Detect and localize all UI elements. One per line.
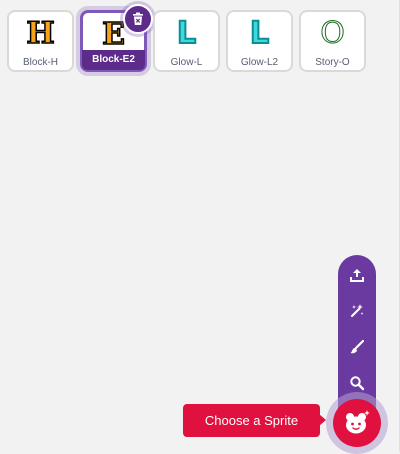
sprite-name: Block-H — [22, 57, 58, 68]
sprite-thumbnail: O — [320, 12, 346, 54]
sprite-thumbnail: L — [176, 12, 197, 54]
sprite-tile-glow-l[interactable]: L Glow-L — [153, 10, 220, 72]
trash-icon — [133, 12, 143, 25]
upload-icon — [350, 269, 364, 282]
cat-icon — [346, 410, 370, 434]
surprise-sprite-button[interactable] — [338, 293, 376, 329]
sprite-letter: L — [176, 15, 197, 52]
sprite-thumbnail: L — [249, 12, 270, 54]
sprite-name: Glow-L2 — [240, 57, 279, 68]
sprite-name: Block-E2 — [92, 54, 135, 65]
sprite-thumbnail: H — [26, 12, 56, 54]
choose-sprite-button[interactable] — [333, 399, 381, 447]
sprite-tile-story-o[interactable]: O Story-O — [299, 10, 366, 72]
sprite-tile-glow-l2[interactable]: L Glow-L2 — [226, 10, 293, 72]
sprite-letter: E — [101, 16, 125, 53]
sprite-letter: O — [320, 15, 346, 51]
tooltip-label: Choose a Sprite — [204, 413, 299, 428]
paint-icon — [350, 339, 365, 354]
sprite-name: Glow-L — [170, 57, 203, 68]
surprise-icon — [351, 304, 364, 317]
paint-sprite-button[interactable] — [338, 329, 376, 365]
sprite-name: Story-O — [315, 57, 350, 68]
sprite-letter: L — [249, 15, 270, 52]
tooltip-arrow — [319, 414, 326, 426]
upload-sprite-button[interactable] — [338, 257, 376, 293]
choose-sprite-tooltip: Choose a Sprite — [183, 404, 320, 437]
sprite-list: H Block-H E Block-E2 L Glow-L L Glow-L2 … — [7, 4, 366, 72]
selected-name-bar: Block-E2 — [82, 50, 145, 70]
search-icon — [350, 376, 365, 391]
sprite-thumbnail: E — [101, 13, 125, 55]
delete-sprite-button[interactable] — [123, 4, 153, 34]
sprite-tile-block-h[interactable]: H Block-H — [7, 10, 74, 72]
sprite-tile-block-e2[interactable]: E Block-E2 — [80, 4, 153, 72]
sprite-letter: H — [26, 15, 56, 52]
